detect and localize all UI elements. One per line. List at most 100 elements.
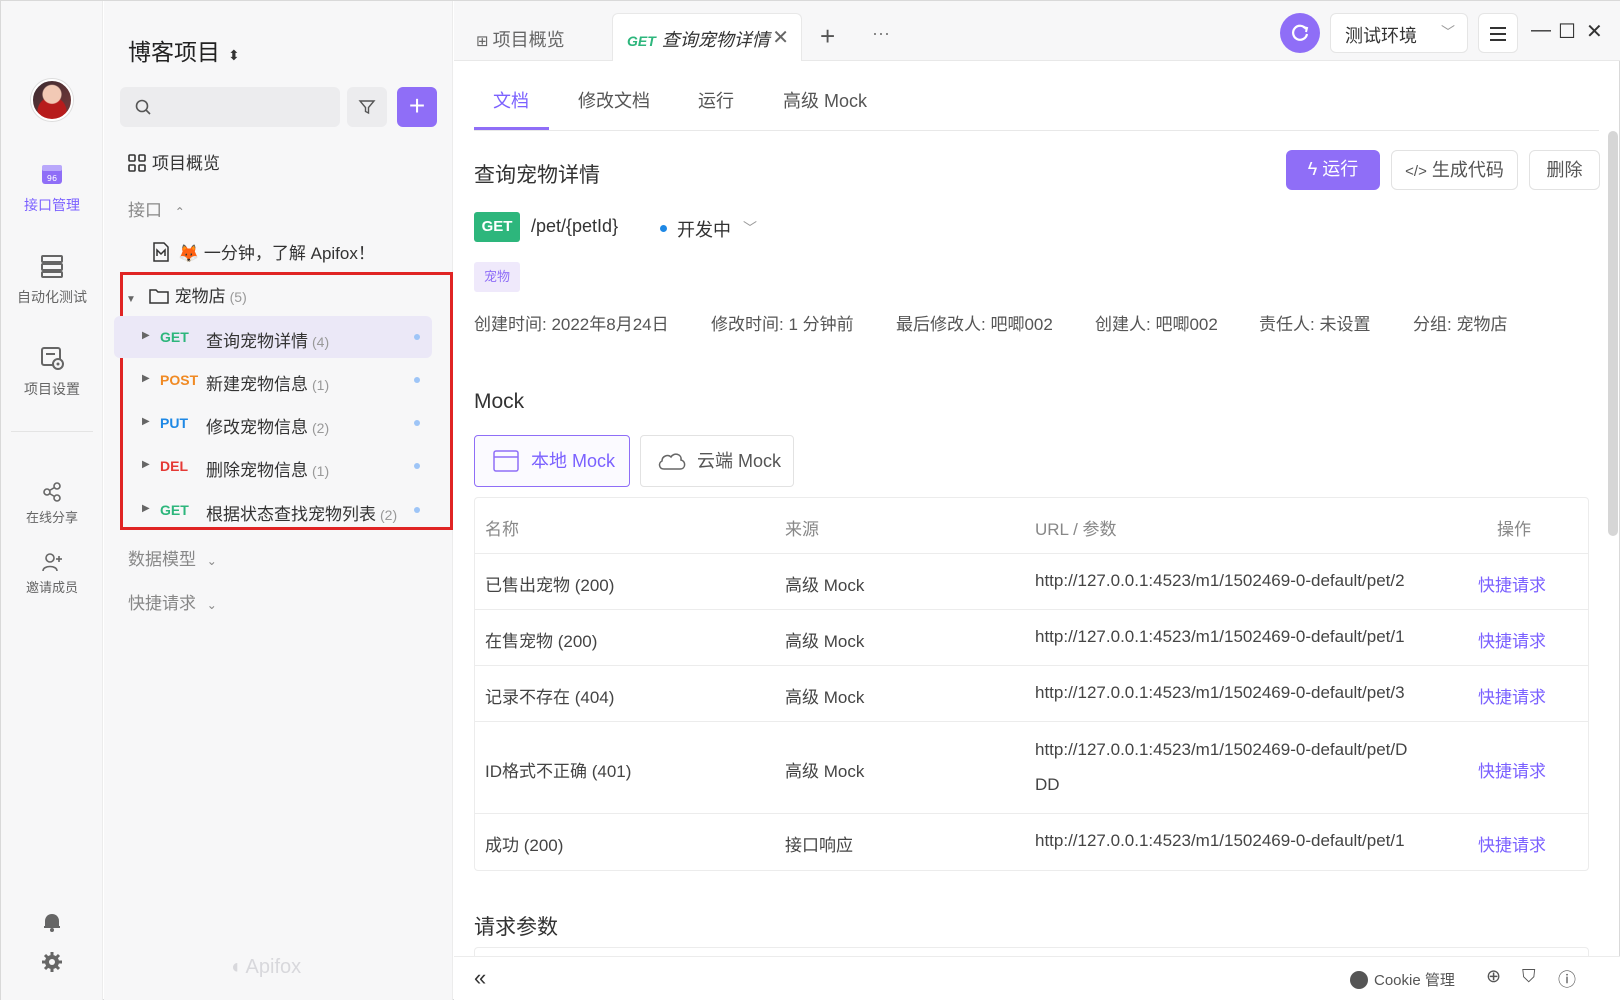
filter-button[interactable]	[347, 87, 387, 127]
method-badge: GET	[474, 212, 520, 242]
automation-icon	[41, 255, 63, 278]
rail-item-automation[interactable]: 自动化测试	[1, 253, 103, 307]
tab-get-pet-detail[interactable]: GET 查询宠物详情 ✕	[612, 13, 802, 61]
api-item-del-delete-pet[interactable]: ▶ DEL 删除宠物信息 (1)	[114, 445, 432, 487]
subtab-edit-doc[interactable]: 修改文档	[578, 87, 650, 113]
intro-doc-item[interactable]: 🦊 一分钟，了解 Apifox！	[152, 239, 375, 264]
main-scrollbar[interactable]	[1608, 131, 1618, 536]
cloud-mock-button[interactable]: 云端 Mock	[640, 435, 794, 487]
quick-request-toggle[interactable]: 快捷请求 ⌄	[128, 589, 217, 614]
maximize-icon: ☐	[1558, 21, 1576, 43]
grid-icon	[128, 154, 146, 172]
sync-icon	[1292, 24, 1309, 41]
caret-right-icon: ▶	[142, 416, 150, 427]
subtab-run[interactable]: 运行	[698, 87, 734, 113]
rail-item-invite[interactable]: 邀请成员	[1, 551, 103, 596]
page-title: 查询宠物详情	[474, 164, 600, 187]
quick-request-link[interactable]: 快捷请求	[1478, 831, 1546, 856]
table-row: 成功 (200) 接口响应 http://127.0.0.1:4523/m1/1…	[485, 831, 1546, 856]
mock-heading: Mock	[474, 390, 525, 413]
help-button[interactable]: ⓘ	[1558, 966, 1576, 992]
maximize-button[interactable]: ☐	[1558, 19, 1576, 44]
left-rail: 96 接口管理 自动化测试 项目设置 在线分享 邀请成员	[1, 1, 103, 1000]
run-button[interactable]: ϟ 运行	[1286, 150, 1380, 190]
cookie-icon	[1350, 971, 1368, 989]
apifox-logo-icon: ◖	[229, 956, 242, 978]
avatar[interactable]	[31, 79, 73, 121]
tab-bar: ⊞ 项目概览 GET 查询宠物详情 ✕ + ··· 测试环境 ﹀ — ☐ ✕	[454, 1, 1620, 61]
cookie-manager-button[interactable]: Cookie 管理	[1350, 969, 1455, 990]
upload-circle-icon: ⊕	[1486, 966, 1502, 986]
api-item-get-pet-detail[interactable]: ▶ GET 查询宠物详情 (4)	[114, 316, 432, 358]
project-switcher[interactable]: 博客项目 ⬍	[128, 33, 240, 67]
svg-text:96: 96	[47, 174, 57, 183]
status-dot	[414, 334, 420, 340]
meta-owner: 责任人: 未设置	[1259, 315, 1371, 334]
status-dot	[414, 507, 420, 513]
api-item-get-find-by-status[interactable]: ▶ GET 根据状态查找宠物列表 (2)	[114, 489, 432, 531]
generate-code-button[interactable]: </> 生成代码	[1391, 150, 1518, 190]
close-icon: ✕	[1586, 21, 1603, 43]
rail-item-api-manage[interactable]: 96 接口管理	[1, 161, 103, 215]
chevron-down-icon[interactable]: ﹀	[743, 218, 757, 238]
close-icon[interactable]: ✕	[772, 25, 789, 50]
api-item-put-update-pet[interactable]: ▶ PUT 修改宠物信息 (2)	[114, 402, 432, 444]
rail-item-share[interactable]: 在线分享	[1, 481, 103, 526]
quick-request-link[interactable]: 快捷请求	[1478, 683, 1546, 708]
request-params-heading: 请求参数	[474, 916, 558, 939]
chevron-down-icon: ⌄	[206, 598, 217, 612]
bell-icon[interactable]	[41, 911, 63, 933]
table-row: 记录不存在 (404) 高级 Mock http://127.0.0.1:452…	[475, 666, 1588, 722]
shirt-theme-button[interactable]: ⛉	[1522, 966, 1536, 987]
tag-badge: 宠物	[474, 262, 521, 292]
quick-request-link[interactable]: 快捷请求	[1478, 627, 1546, 652]
browser-window-icon	[493, 450, 519, 472]
nav-project-overview[interactable]: 项目概览	[128, 149, 220, 174]
more-tabs-button[interactable]: ···	[872, 23, 890, 71]
search-box[interactable]	[120, 87, 340, 127]
data-model-toggle[interactable]: 数据模型 ⌄	[128, 545, 217, 570]
menu-button[interactable]	[1478, 13, 1518, 53]
add-tab-button[interactable]: +	[820, 21, 835, 69]
rail-item-project-settings[interactable]: 项目设置	[1, 345, 103, 399]
api-manage-icon: 96	[42, 165, 62, 184]
shirt-icon: ⛉	[1522, 966, 1536, 986]
gear-icon[interactable]	[41, 951, 63, 973]
meta-last-modifier: 最后修改人: 吧唧002	[896, 315, 1053, 334]
project-settings-icon	[41, 347, 64, 370]
minimize-button[interactable]: —	[1531, 19, 1551, 42]
code-icon: </>	[1405, 163, 1427, 180]
table-row: 已售出宠物 (200) 高级 Mock http://127.0.0.1:452…	[475, 554, 1588, 610]
collapse-sidebar-button[interactable]: «	[474, 965, 486, 991]
updown-chevron-icon: ⬍	[228, 47, 240, 63]
add-button[interactable]: +	[397, 87, 437, 127]
share-icon	[43, 482, 61, 502]
search-icon	[135, 99, 151, 115]
subtab-advanced-mock[interactable]: 高级 Mock	[783, 87, 867, 113]
help-icon: ⓘ	[1558, 970, 1576, 990]
plus-icon: +	[408, 90, 426, 121]
status-select[interactable]: 开发中	[677, 216, 731, 242]
upload-button[interactable]: ⊕	[1486, 966, 1501, 987]
tab-project-overview[interactable]: ⊞ 项目概览	[476, 13, 565, 61]
folder-pet-shop[interactable]: ▼ 宠物店 (5)	[126, 282, 247, 307]
minimize-icon: —	[1531, 19, 1551, 41]
quick-request-link[interactable]: 快捷请求	[1478, 757, 1546, 782]
env-select[interactable]: 测试环境 ﹀	[1330, 13, 1468, 53]
status-dot	[414, 463, 420, 469]
env-sync-button[interactable]	[1280, 13, 1320, 53]
api-path: /pet/{petId}	[531, 216, 619, 236]
table-row: ID格式不正确 (401) 高级 Mock http://127.0.0.1:4…	[475, 722, 1588, 814]
app-window: 96 接口管理 自动化测试 项目设置 在线分享 邀请成员 博客项目 ⬍ + 项目…	[0, 0, 1620, 1000]
mock-table: 名称 来源 URL / 参数 操作 已售出宠物 (200) 高级 Mock ht…	[474, 497, 1589, 871]
folder-icon	[148, 289, 169, 304]
subtab-doc[interactable]: 文档	[493, 87, 529, 113]
quick-request-link[interactable]: 快捷请求	[1478, 571, 1546, 596]
window-close-button[interactable]: ✕	[1586, 19, 1603, 44]
api-item-post-create-pet[interactable]: ▶ POST 新建宠物信息 (1)	[114, 359, 432, 401]
apifox-watermark: ◖ Apifox	[229, 956, 302, 978]
search-input[interactable]	[160, 95, 330, 119]
api-section-toggle[interactable]: 接口 ⌃	[128, 196, 185, 221]
delete-button[interactable]: 删除	[1529, 150, 1600, 190]
local-mock-button[interactable]: 本地 Mock	[474, 435, 630, 487]
